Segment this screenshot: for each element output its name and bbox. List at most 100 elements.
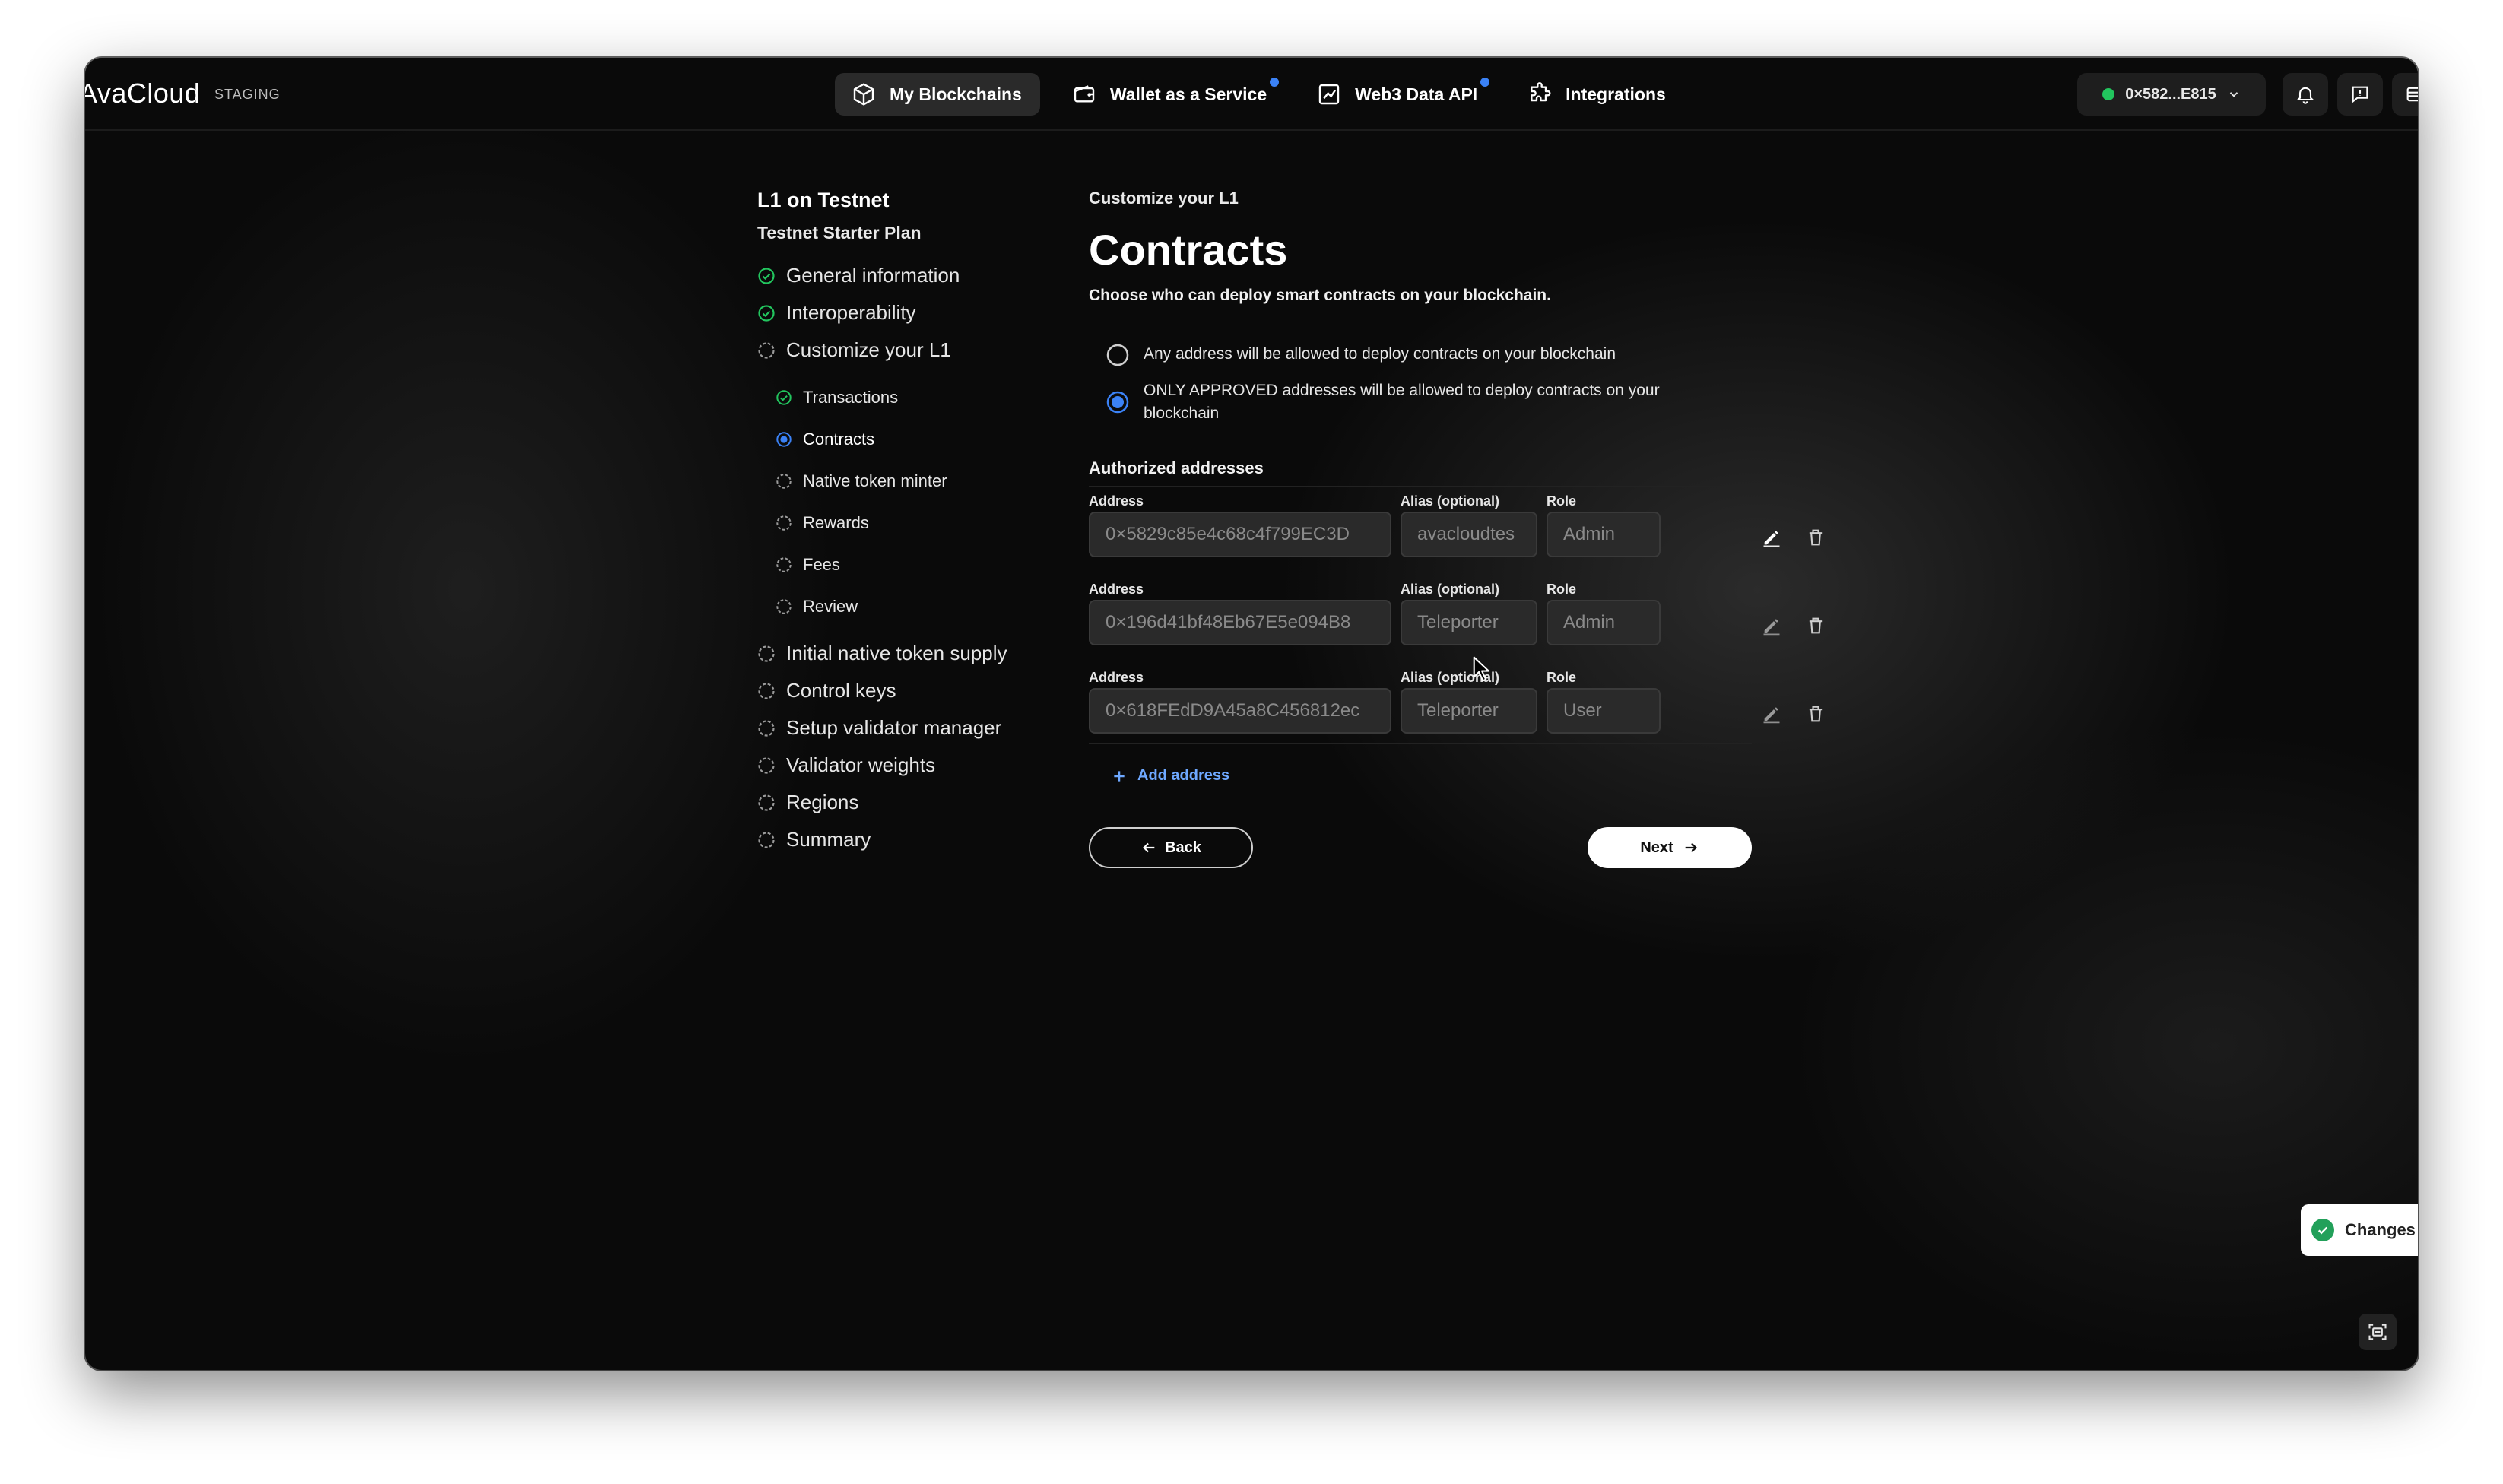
pending-circle-icon [758, 682, 775, 699]
role-select[interactable]: Admin [1547, 512, 1661, 557]
check-circle-icon [776, 389, 792, 405]
trash-icon[interactable] [1805, 527, 1826, 548]
trash-icon[interactable] [1805, 703, 1826, 725]
role-select[interactable]: Admin [1547, 600, 1661, 645]
radio-unchecked-icon [1106, 344, 1129, 366]
pending-circle-icon [758, 756, 775, 774]
option-only-approved[interactable]: ONLY APPROVED addresses will be allowed … [1106, 379, 1758, 425]
step-validator-weights[interactable]: Validator weights [757, 747, 1077, 784]
toast-text: Changes [2345, 1220, 2416, 1239]
alias-label: Alias (optional) [1401, 582, 1499, 597]
step-label: Regions [786, 791, 859, 813]
step-label: Validator weights [786, 753, 936, 776]
substep-contracts[interactable]: Contracts [757, 418, 1077, 460]
step-general-information[interactable]: General information [757, 257, 1077, 294]
mouse-cursor-icon [1473, 656, 1490, 682]
substep-native-token-minter[interactable]: Native token minter [757, 460, 1077, 502]
env-badge: STAGING [214, 87, 281, 102]
step-interoperability[interactable]: Interoperability [757, 294, 1077, 331]
option-any-address[interactable]: Any address will be allowed to deploy co… [1106, 343, 1758, 367]
back-button[interactable]: Back [1089, 827, 1253, 868]
substep-transactions[interactable]: Transactions [757, 376, 1077, 418]
menu-button[interactable] [2392, 73, 2418, 116]
feedback-button[interactable] [2337, 73, 2383, 116]
nav-my-blockchains[interactable]: My Blockchains [835, 73, 1040, 116]
step-label: Setup validator manager [786, 716, 1002, 739]
substep-review[interactable]: Review [757, 585, 1077, 627]
puzzle-icon [1531, 82, 1551, 102]
step-label: Control keys [786, 679, 896, 702]
nav-label: Web3 Data API [1355, 84, 1478, 104]
role-label: Role [1547, 670, 1577, 685]
wallet-icon [1074, 85, 1095, 103]
address-row: Address Alias (optional) Role 0×5829c85e… [1089, 493, 1823, 582]
radio-checked-icon [1106, 391, 1129, 414]
current-step-icon [776, 431, 792, 447]
step-regions[interactable]: Regions [757, 784, 1077, 821]
add-address-button[interactable]: Add address [1112, 767, 1758, 785]
alias-input[interactable]: avacloudtes [1401, 512, 1537, 557]
nav-integrations[interactable]: Integrations [1511, 73, 1684, 116]
edit-icon[interactable] [1761, 703, 1782, 725]
notification-dot [1480, 78, 1490, 87]
substep-fees[interactable]: Fees [757, 544, 1077, 585]
bell-icon [2296, 87, 2314, 104]
trash-icon[interactable] [1805, 615, 1826, 636]
plus-icon [1114, 770, 1125, 782]
page-title: Contracts [1089, 226, 1288, 274]
address-input[interactable]: 0×196d41bf48Eb67E5e094B8 [1089, 600, 1391, 645]
nav-label: Integrations [1566, 84, 1666, 104]
nav-web3-data-api[interactable]: Web3 Data API [1300, 73, 1496, 116]
address-row: Address Alias (optional) Role 0×618FEdD9… [1089, 670, 1823, 758]
arrow-left-icon [1143, 842, 1155, 853]
alias-input[interactable]: Teleporter [1401, 688, 1537, 734]
address-input[interactable]: 0×618FEdD9A45a8C456812ec [1089, 688, 1391, 734]
contracts-form: Customize your L1 Contracts Choose who c… [1089, 189, 1823, 891]
next-button[interactable]: Next [1588, 827, 1752, 868]
pending-circle-icon [758, 341, 775, 359]
address-input[interactable]: 0×5829c85e4c68c4f799EC3D [1089, 512, 1391, 557]
next-label: Next [1640, 839, 1673, 856]
wallet-selector[interactable]: 0×582...E815 [2077, 73, 2266, 116]
pending-circle-icon [776, 473, 792, 489]
alias-label: Alias (optional) [1401, 493, 1499, 509]
step-control-keys[interactable]: Control keys [757, 672, 1077, 709]
check-circle-icon [758, 267, 775, 284]
nav-label: My Blockchains [890, 84, 1022, 104]
scan-icon [2368, 1324, 2387, 1340]
pending-circle-icon [776, 598, 792, 614]
nav-wallet-as-a-service[interactable]: Wallet as a Service [1055, 73, 1285, 116]
arrow-right-icon [1685, 842, 1697, 853]
main-nav: My Blockchains Wallet as a Service Web3 … [835, 73, 1684, 116]
address-row: Address Alias (optional) Role 0×196d41bf… [1089, 582, 1823, 670]
step-setup-validator-manager[interactable]: Setup validator manager [757, 709, 1077, 747]
substep-label: Contracts [803, 429, 875, 449]
step-initial-native-token-supply[interactable]: Initial native token supply [757, 635, 1077, 672]
pending-circle-icon [776, 556, 792, 572]
edit-icon[interactable] [1761, 615, 1782, 636]
brand-logo[interactable]: AvaCloud [85, 78, 200, 109]
pending-circle-icon [776, 515, 792, 531]
pending-circle-icon [758, 794, 775, 811]
divider [1089, 486, 1752, 487]
notification-dot [1270, 78, 1280, 87]
option-label: ONLY APPROVED addresses will be allowed … [1144, 382, 1660, 422]
notifications-button[interactable] [2283, 73, 2328, 116]
blockchain-cube-icon [853, 83, 874, 106]
role-label: Role [1547, 493, 1577, 509]
alias-input[interactable]: Teleporter [1401, 600, 1537, 645]
step-label: Initial native token supply [786, 642, 1007, 664]
substep-label: Transactions [803, 387, 899, 407]
changes-saved-toast: Changes [2301, 1204, 2418, 1256]
chart-icon [1318, 84, 1340, 105]
connection-status-dot [2102, 88, 2115, 100]
step-customize-your-l1[interactable]: Customize your L1 [757, 331, 1077, 369]
pending-circle-icon [758, 645, 775, 662]
edit-icon[interactable] [1761, 527, 1782, 548]
menu-icon [2406, 87, 2418, 102]
back-label: Back [1165, 839, 1201, 856]
substep-rewards[interactable]: Rewards [757, 502, 1077, 544]
role-select[interactable]: User [1547, 688, 1661, 734]
screenshot-button[interactable] [2359, 1314, 2397, 1350]
step-summary[interactable]: Summary [757, 821, 1077, 858]
